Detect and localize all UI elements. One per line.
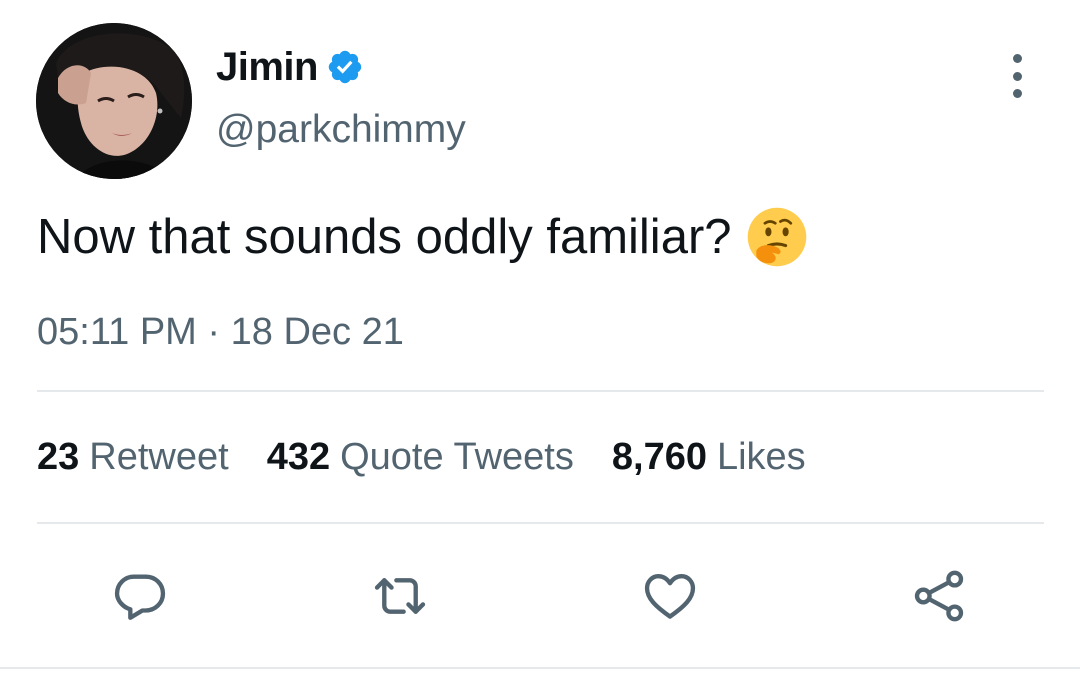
more-dot: [1012, 89, 1022, 98]
retweets-label: Retweet: [89, 436, 229, 478]
profile-photo: [36, 23, 192, 179]
author-name-row[interactable]: Jimin: [216, 40, 364, 94]
tweet-timestamp[interactable]: 05:11 PM · 18 Dec 21: [37, 311, 404, 354]
display-name[interactable]: Jimin: [216, 45, 318, 90]
tweet-body: Now that sounds oddly familiar?: [37, 210, 732, 264]
like-button[interactable]: [641, 567, 699, 625]
tweet-time[interactable]: 05:11 PM: [37, 311, 197, 353]
retweets-stat[interactable]: 23 Retweet: [37, 436, 229, 479]
timestamp-separator: ·: [207, 311, 221, 353]
retweet-button[interactable]: [371, 567, 429, 625]
avatar[interactable]: [36, 23, 192, 179]
likes-label: Likes: [716, 436, 806, 478]
quote-tweets-stat[interactable]: 432 Quote Tweets: [267, 436, 574, 479]
tweet-date[interactable]: 18 Dec 21: [231, 311, 404, 353]
divider: [37, 522, 1044, 524]
likes-stat[interactable]: 8,760 Likes: [612, 436, 806, 479]
more-options-button[interactable]: [1000, 54, 1034, 98]
quotes-label: Quote Tweets: [340, 436, 574, 478]
verified-badge-icon: [326, 48, 364, 86]
heart-icon: [644, 574, 696, 619]
share-icon: [914, 570, 964, 622]
more-dot: [1012, 71, 1022, 81]
more-vertical-icon: [1012, 54, 1022, 63]
author-handle[interactable]: @parkchimmy: [216, 108, 466, 152]
reply-button[interactable]: [111, 567, 169, 625]
tweet-text: Now that sounds oddly familiar?: [37, 206, 808, 268]
likes-count: 8,760: [611, 436, 707, 478]
retweets-count: 23: [37, 436, 80, 478]
engagement-stats: 23 Retweet 432 Quote Tweets 8,760 Likes: [37, 436, 844, 479]
divider: [37, 390, 1044, 392]
quotes-count: 432: [266, 436, 331, 478]
reply-icon: [114, 574, 166, 620]
divider: [0, 667, 1080, 669]
retweet-icon: [374, 578, 426, 614]
share-button[interactable]: [910, 567, 968, 625]
thinking-face-icon: [746, 206, 808, 268]
